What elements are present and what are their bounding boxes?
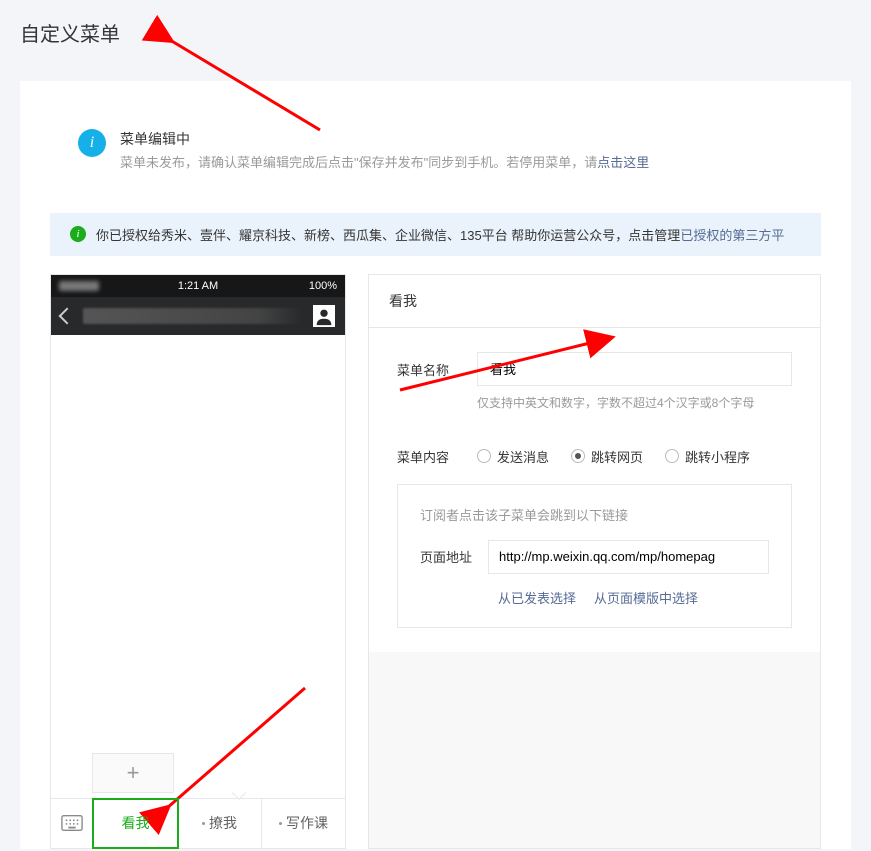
notice-desc-text: 菜单未发布，请确认菜单编辑完成后点击"保存并发布"同步到手机。若停用菜单，请 [120,155,597,170]
radio-label: 跳转网页 [591,447,643,466]
menu-label: 写作课 [286,813,328,833]
menu-item-3[interactable]: 写作课 [262,799,345,848]
phone-preview: 1:21 AM 100% + 看我 [50,274,346,849]
submenu-dot-icon [279,822,282,825]
url-input[interactable] [488,540,769,574]
select-published-link[interactable]: 从已发表选择 [498,588,576,607]
keyboard-icon[interactable] [51,799,93,848]
phone-battery: 100% [309,280,337,292]
info-icon: i [78,129,106,157]
disable-menu-link[interactable]: 点击这里 [597,155,649,170]
radio-label: 跳转小程序 [685,447,750,466]
header-title-blur [83,308,303,324]
auth-text: 你已授权给秀米、壹伴、耀京科技、新榜、西瓜集、企业微信、135平台 帮助你运营公… [96,228,680,243]
config-panel: 看我 菜单名称 仅支持中英文和数字，字数不超过4个汉字或8个字母 菜单内容 发送… [368,274,821,849]
page-title: 自定义菜单 [0,0,871,65]
menu-item-2[interactable]: 撩我 [178,799,262,848]
menu-name-hint: 仅支持中英文和数字，字数不超过4个汉字或8个字母 [477,394,792,411]
link-desc: 订阅者点击该子菜单会跳到以下链接 [420,505,769,524]
radio-jump-miniprogram[interactable]: 跳转小程序 [665,447,750,466]
menu-content-label: 菜单内容 [397,439,459,466]
add-submenu-button[interactable]: + [92,753,174,793]
select-template-link[interactable]: 从页面模版中选择 [594,588,698,607]
notice-desc: 菜单未发布，请确认菜单编辑完成后点击"保存并发布"同步到手机。若停用菜单，请点击… [120,153,793,173]
menu-label: 看我 [122,813,150,833]
radio-label: 发送消息 [497,447,549,466]
signal-blur [59,281,99,291]
manage-auth-link[interactable]: 已授权的第三方平 [680,228,784,243]
menu-name-label: 菜单名称 [397,352,459,379]
info-icon-small: i [70,226,86,242]
phone-bottom-menu: 看我 撩我 写作课 [51,798,345,848]
notice-box: i 菜单编辑中 菜单未发布，请确认菜单编辑完成后点击"保存并发布"同步到手机。若… [50,111,821,191]
back-icon [59,307,76,324]
menu-item-1[interactable]: 看我 [92,798,179,849]
phone-body [51,335,345,753]
phone-status-bar: 1:21 AM 100% [51,275,345,297]
phone-header [51,297,345,335]
link-config-box: 订阅者点击该子菜单会跳到以下链接 页面地址 从已发表选择 从页面模版中选择 [397,484,792,628]
radio-jump-page[interactable]: 跳转网页 [571,447,643,466]
menu-name-input[interactable] [477,352,792,386]
avatar-icon [313,305,335,327]
url-label: 页面地址 [420,547,472,566]
config-section-title: 看我 [369,275,820,328]
auth-bar: i 你已授权给秀米、壹伴、耀京科技、新榜、西瓜集、企业微信、135平台 帮助你运… [50,213,821,256]
submenu-dot-icon [202,822,205,825]
radio-send-message[interactable]: 发送消息 [477,447,549,466]
phone-time: 1:21 AM [178,280,218,292]
notice-title: 菜单编辑中 [120,129,793,149]
menu-label: 撩我 [209,813,237,833]
